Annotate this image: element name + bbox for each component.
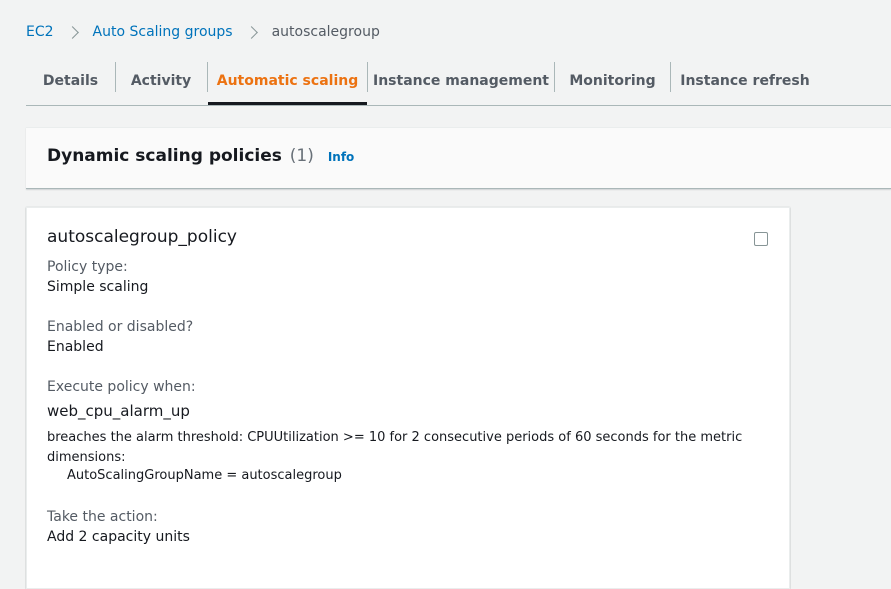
breadcrumb-auto-scaling-groups-link[interactable]: Auto Scaling groups	[93, 24, 233, 40]
alarm-name: web_cpu_alarm_up	[47, 402, 190, 420]
tab-bar: Details Activity Automatic scaling Insta…	[26, 57, 891, 106]
breadcrumb-current: autoscalegroup	[271, 24, 380, 40]
policy-count: (1)	[289, 146, 314, 166]
enabled-label: Enabled or disabled?	[47, 319, 194, 335]
section-title-text: Dynamic scaling policies	[47, 146, 282, 166]
tab-details[interactable]: Details	[26, 57, 115, 104]
tab-monitoring[interactable]: Monitoring	[555, 57, 670, 104]
policy-type-value: Simple scaling	[47, 279, 149, 295]
action-label: Take the action:	[47, 509, 158, 525]
chevron-right-icon	[244, 25, 258, 39]
enabled-value: Enabled	[47, 339, 104, 355]
info-link[interactable]: Info	[328, 150, 354, 164]
execute-label: Execute policy when:	[47, 379, 196, 395]
alarm-description: breaches the alarm threshold: CPUUtiliza…	[47, 430, 743, 465]
policy-name: autoscalegroup_policy	[47, 227, 237, 247]
policy-type-label: Policy type:	[47, 259, 128, 275]
tab-instance-refresh[interactable]: Instance refresh	[671, 57, 819, 104]
action-value: Add 2 capacity units	[47, 529, 190, 545]
policy-select-checkbox[interactable]	[754, 232, 768, 246]
chevron-right-icon	[65, 25, 79, 39]
breadcrumb: EC2 Auto Scaling groups autoscalegroup	[26, 22, 380, 42]
policy-card: autoscalegroup_policy Policy type: Simpl…	[26, 207, 790, 589]
dynamic-scaling-policies-header: Dynamic scaling policies (1) Info	[26, 127, 891, 189]
tab-instance-management[interactable]: Instance management	[368, 57, 554, 104]
section-title: Dynamic scaling policies (1) Info	[47, 146, 354, 166]
breadcrumb-ec2-link[interactable]: EC2	[26, 24, 54, 40]
tab-automatic-scaling[interactable]: Automatic scaling	[208, 57, 367, 105]
tab-activity[interactable]: Activity	[116, 57, 206, 104]
alarm-dimension: AutoScalingGroupName = autoscalegroup	[67, 468, 342, 483]
